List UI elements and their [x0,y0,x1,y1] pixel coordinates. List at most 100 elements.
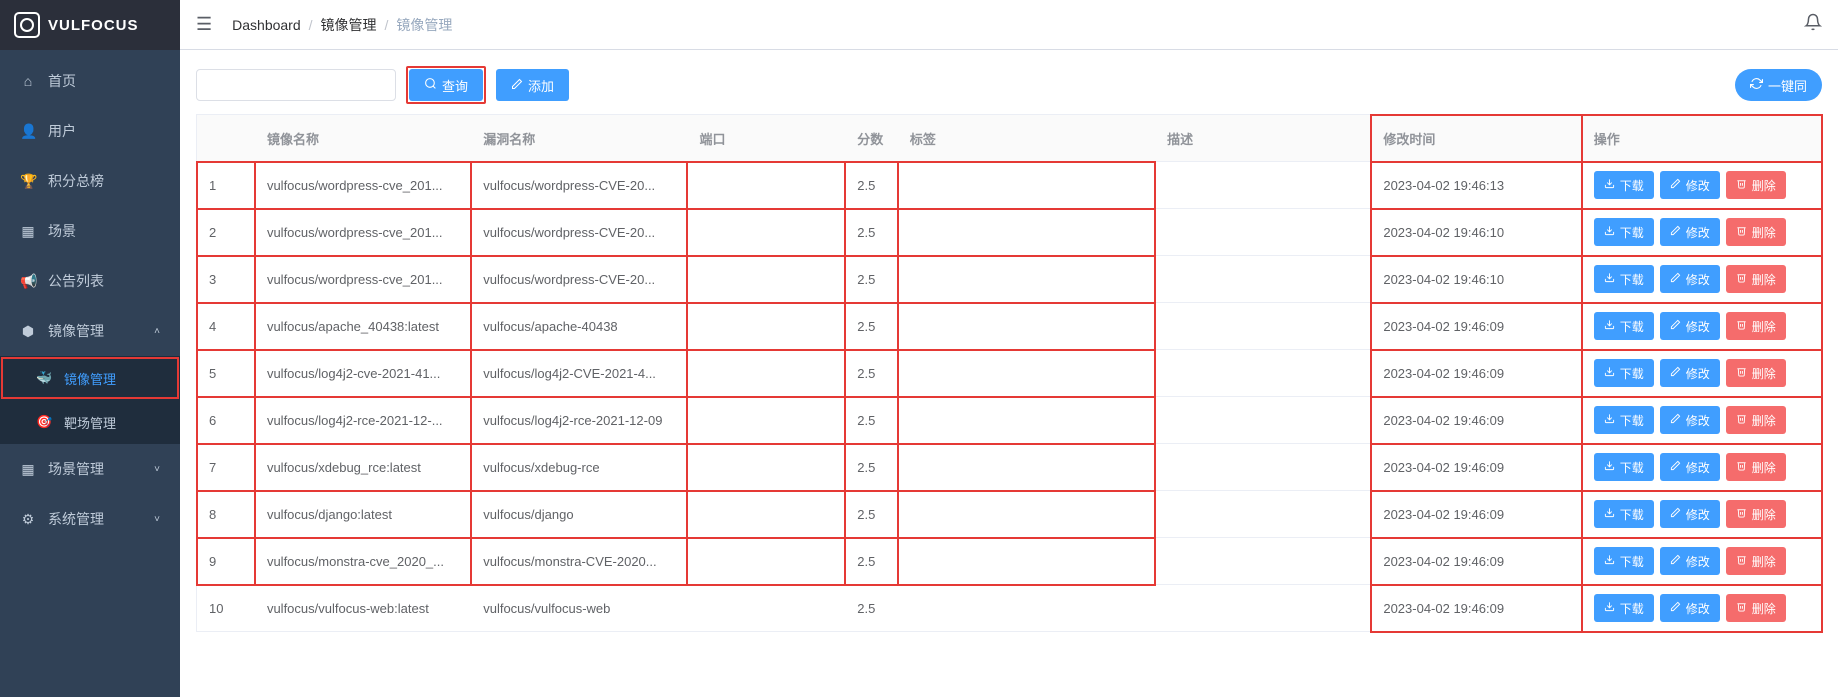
cell-ops: 下载修改删除 [1582,162,1822,209]
delete-button[interactable]: 删除 [1726,171,1786,199]
search-input[interactable] [196,69,396,101]
col-mtime[interactable]: 修改时间 [1371,115,1581,162]
sidebar-item-label: 场景管理 [48,459,104,479]
download-button[interactable]: 下载 [1594,453,1654,481]
delete-button[interactable]: 删除 [1726,453,1786,481]
cell-index: 8 [197,491,255,538]
sidebar-item-scoreboard[interactable]: 🏆积分总榜 [0,156,180,206]
trash-icon [1736,554,1747,568]
delete-button[interactable]: 删除 [1726,359,1786,387]
col-port[interactable]: 端口 [687,115,845,162]
logo[interactable]: VULFOCUS [0,0,180,50]
cell-port [687,444,845,491]
trash-icon [1736,507,1747,521]
breadcrumb-item[interactable]: 镜像管理 [321,15,377,35]
edit-button[interactable]: 修改 [1660,359,1720,387]
download-button[interactable]: 下载 [1594,265,1654,293]
delete-button[interactable]: 删除 [1726,218,1786,246]
bell-icon[interactable] [1804,15,1822,35]
col-name[interactable]: 镜像名称 [255,115,471,162]
trash-icon [1736,460,1747,474]
edit-button[interactable]: 修改 [1660,453,1720,481]
edit-icon [1670,178,1681,192]
delete-button[interactable]: 删除 [1726,547,1786,575]
table-row: 5vulfocus/log4j2-cve-2021-41...vulfocus/… [197,350,1822,397]
sidebar-item-home[interactable]: ⌂首页 [0,56,180,106]
breadcrumb-item[interactable]: Dashboard [232,17,301,33]
cell-port [687,209,845,256]
download-button[interactable]: 下载 [1594,500,1654,528]
cell-desc [1155,397,1371,444]
table-row: 2vulfocus/wordpress-cve_201...vulfocus/w… [197,209,1822,256]
col-tag[interactable]: 标签 [898,115,1155,162]
cell-score: 2.5 [845,162,898,209]
edit-button[interactable]: 修改 [1660,312,1720,340]
query-button[interactable]: 查询 [409,69,483,101]
download-icon [1604,554,1615,568]
sidebar-item-announcements[interactable]: 📢公告列表 [0,256,180,306]
delete-button[interactable]: 删除 [1726,406,1786,434]
edit-button[interactable]: 修改 [1660,171,1720,199]
sidebar-item-users[interactable]: 👤用户 [0,106,180,156]
cell-tag [898,350,1155,397]
cell-mtime: 2023-04-02 19:46:10 [1371,209,1581,256]
sync-button[interactable]: 一键同 [1735,69,1822,101]
download-button[interactable]: 下载 [1594,594,1654,622]
table-row: 6vulfocus/log4j2-rce-2021-12-...vulfocus… [197,397,1822,444]
download-button[interactable]: 下载 [1594,406,1654,434]
edit-icon [511,78,523,93]
cell-tag [898,585,1155,632]
scene-icon: ▦ [20,223,36,240]
sidebar-item-scene[interactable]: ▦场景 [0,206,180,256]
download-button[interactable]: 下载 [1594,359,1654,387]
sidebar-item-range-mgmt[interactable]: 🎯靶场管理 [0,400,180,444]
col-desc[interactable]: 描述 [1155,115,1371,162]
table-row: 4vulfocus/apache_40438:latestvulfocus/ap… [197,303,1822,350]
delete-button[interactable]: 删除 [1726,312,1786,340]
edit-icon [1670,460,1681,474]
cell-tag [898,162,1155,209]
delete-button[interactable]: 删除 [1726,500,1786,528]
cell-score: 2.5 [845,209,898,256]
sidebar-item-image-mgmt-sub[interactable]: 🐳镜像管理 [0,356,180,400]
edit-button[interactable]: 修改 [1660,218,1720,246]
trash-icon [1736,413,1747,427]
add-button[interactable]: 添加 [496,69,569,101]
edit-icon [1670,366,1681,380]
sidebar: VULFOCUS ⌂首页👤用户🏆积分总榜▦场景📢公告列表⬢镜像管理˄🐳镜像管理🎯… [0,0,180,697]
cell-vuln: vulfocus/wordpress-CVE-20... [471,256,687,303]
cell-tag [898,303,1155,350]
table-header-row: 镜像名称 漏洞名称 端口 分数 标签 描述 修改时间 操作 [197,115,1822,162]
edit-button[interactable]: 修改 [1660,406,1720,434]
cell-mtime: 2023-04-02 19:46:09 [1371,538,1581,585]
sidebar-item-image-mgmt[interactable]: ⬢镜像管理˄ [0,306,180,356]
edit-button[interactable]: 修改 [1660,547,1720,575]
cell-index: 9 [197,538,255,585]
download-icon [1604,460,1615,474]
cell-score: 2.5 [845,256,898,303]
cell-mtime: 2023-04-02 19:46:09 [1371,491,1581,538]
edit-button[interactable]: 修改 [1660,594,1720,622]
cell-desc [1155,256,1371,303]
cell-port [687,585,845,632]
col-vuln[interactable]: 漏洞名称 [471,115,687,162]
delete-button[interactable]: 删除 [1726,265,1786,293]
edit-icon [1670,272,1681,286]
edit-button[interactable]: 修改 [1660,265,1720,293]
cell-name: vulfocus/monstra-cve_2020_... [255,538,471,585]
sidebar-item-scene-mgmt[interactable]: ▦场景管理˅ [0,444,180,494]
edit-button[interactable]: 修改 [1660,500,1720,528]
download-button[interactable]: 下载 [1594,171,1654,199]
cell-tag [898,444,1155,491]
download-button[interactable]: 下载 [1594,312,1654,340]
delete-button[interactable]: 删除 [1726,594,1786,622]
download-icon [1604,413,1615,427]
sidebar-item-system-mgmt[interactable]: ⚙系统管理˅ [0,494,180,544]
col-op: 操作 [1582,115,1822,162]
col-score[interactable]: 分数 [845,115,898,162]
download-button[interactable]: 下载 [1594,218,1654,246]
hamburger-icon[interactable]: ☰ [196,14,212,35]
cell-ops: 下载修改删除 [1582,209,1822,256]
cell-score: 2.5 [845,585,898,632]
download-button[interactable]: 下载 [1594,547,1654,575]
